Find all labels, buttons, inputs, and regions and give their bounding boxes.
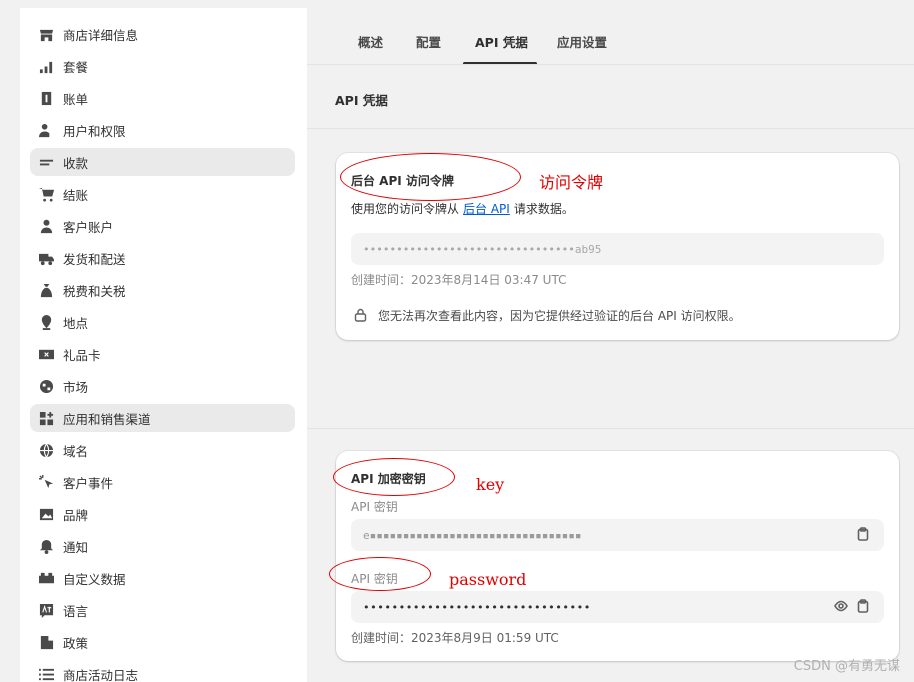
copy-icon[interactable]	[856, 599, 870, 616]
sidebar-item-locations[interactable]: 地点	[30, 308, 295, 336]
sidebar-item-taxes[interactable]: 税费和关税	[30, 276, 295, 304]
pointer-icon	[38, 474, 54, 490]
key-created-time: 创建时间：2023年8月9日 01:59 UTC	[351, 631, 559, 645]
tabs-divider	[307, 64, 914, 65]
tab-configuration[interactable]: 配置	[416, 32, 441, 51]
annotation-token-label: 访问令牌	[539, 173, 604, 192]
image-icon	[38, 506, 54, 522]
sidebar-item-label: 结账	[63, 187, 89, 203]
policy-icon	[38, 634, 54, 650]
sidebar-item-label: 税费和关税	[63, 283, 126, 299]
sidebar-item-gift-cards[interactable]: 礼品卡	[30, 340, 295, 368]
sidebar-item-languages[interactable]: 语言	[30, 596, 295, 624]
sidebar-item-label: 地点	[63, 315, 89, 331]
tab-api-credentials[interactable]: API 凭据	[475, 32, 528, 51]
api-key-value: e▪▪▪▪▪▪▪▪▪▪▪▪▪▪▪▪▪▪▪▪▪▪▪▪▪▪▪▪▪▪▪▪	[363, 528, 582, 542]
token-created-time: 创建时间：2023年8月14日 03:47 UTC	[351, 273, 567, 287]
sidebar-item-label: 商店活动日志	[63, 667, 139, 682]
sidebar-item-customer-accounts[interactable]: 客户账户	[30, 212, 295, 240]
settings-sidebar: 商店详细信息 套餐 账单 用户和权限 收款 结账 客户账户 发货和配送 税费和关…	[20, 8, 307, 682]
sidebar-item-label: 客户事件	[63, 475, 114, 491]
sidebar-item-label: 品牌	[63, 507, 89, 523]
cash-icon	[38, 154, 54, 170]
sidebar-item-custom-data[interactable]: 自定义数据	[30, 564, 295, 592]
sidebar-item-label: 套餐	[63, 59, 89, 75]
sidebar-item-label: 语言	[63, 603, 89, 619]
sidebar-item-policies[interactable]: 政策	[30, 628, 295, 656]
eye-icon[interactable]	[834, 599, 848, 616]
sidebar-item-shipping[interactable]: 发货和配送	[30, 244, 295, 272]
sidebar-item-domains[interactable]: 域名	[30, 436, 295, 464]
sidebar-item-users[interactable]: 用户和权限	[30, 116, 295, 144]
token-desc-prefix: 使用您的访问令牌从	[351, 202, 460, 216]
sidebar-item-label: 客户账户	[63, 219, 114, 235]
sidebar-item-store-details[interactable]: 商店详细信息	[30, 20, 295, 48]
list-icon	[38, 666, 54, 682]
api-key-actions	[856, 527, 870, 544]
data-icon	[38, 570, 54, 586]
api-secret-field[interactable]: ••••••••••••••••••••••••••••••••	[351, 591, 884, 623]
sidebar-item-billing[interactable]: 账单	[30, 84, 295, 112]
sidebar-item-brand[interactable]: 品牌	[30, 500, 295, 528]
section-divider-2	[307, 428, 914, 429]
dollar-icon	[38, 90, 54, 106]
token-desc-suffix: 请求数据。	[513, 202, 574, 216]
api-key-field[interactable]: e▪▪▪▪▪▪▪▪▪▪▪▪▪▪▪▪▪▪▪▪▪▪▪▪▪▪▪▪▪▪▪▪	[351, 519, 884, 551]
sidebar-item-label: 发货和配送	[63, 251, 126, 267]
sidebar-item-label: 收款	[63, 155, 89, 171]
section-divider	[307, 128, 914, 129]
annotation-password-label: password	[449, 570, 527, 589]
sidebar-item-label: 自定义数据	[63, 571, 126, 587]
token-card-description: 使用您的访问令牌从 后台 API 请求数据。	[351, 200, 574, 217]
sidebar-item-label: 政策	[63, 635, 89, 651]
copy-icon[interactable]	[856, 527, 870, 544]
sidebar-item-markets[interactable]: 市场	[30, 372, 295, 400]
user-key-icon	[38, 122, 54, 138]
sidebar-item-activity-log[interactable]: 商店活动日志	[30, 660, 295, 682]
globe-icon	[38, 378, 54, 394]
sidebar-item-label: 通知	[63, 539, 89, 555]
sidebar-item-payments[interactable]: 收款	[30, 148, 295, 176]
sidebar-item-label: 礼品卡	[63, 347, 101, 363]
sidebar-item-plan[interactable]: 套餐	[30, 52, 295, 80]
api-key-label: API 密钥	[351, 500, 398, 514]
page-section-title: API 凭据	[335, 93, 388, 108]
api-secret-actions	[834, 599, 870, 616]
annotation-ellipse-key	[333, 458, 455, 496]
sidebar-item-label: 应用和销售渠道	[63, 411, 151, 427]
sidebar-item-checkout[interactable]: 结账	[30, 180, 295, 208]
tab-overview[interactable]: 概述	[358, 32, 383, 51]
csdn-watermark: CSDN @有勇无谋	[793, 659, 900, 674]
store-icon	[38, 26, 54, 42]
language-icon	[38, 602, 54, 618]
domain-icon	[38, 442, 54, 458]
sidebar-item-label: 账单	[63, 91, 89, 107]
access-token-field[interactable]: ••••••••••••••••••••••••••••••••ab95	[351, 233, 884, 265]
tax-icon	[38, 282, 54, 298]
annotation-ellipse-token	[340, 153, 521, 201]
truck-icon	[38, 250, 54, 266]
sidebar-item-apps-channels[interactable]: 应用和销售渠道	[30, 404, 295, 432]
lock-icon	[354, 307, 367, 326]
sidebar-item-label: 域名	[63, 443, 89, 459]
bell-icon	[38, 538, 54, 554]
person-icon	[38, 218, 54, 234]
admin-api-link[interactable]: 后台 API	[463, 202, 510, 216]
cart-icon	[38, 186, 54, 202]
annotation-key-label: key	[476, 475, 505, 494]
location-icon	[38, 314, 54, 330]
sidebar-item-customer-events[interactable]: 客户事件	[30, 468, 295, 496]
gift-card-icon	[38, 346, 54, 362]
annotation-ellipse-password	[329, 557, 431, 591]
tab-app-settings[interactable]: 应用设置	[557, 32, 607, 51]
api-secret-value: ••••••••••••••••••••••••••••••••	[363, 600, 591, 614]
token-lock-note: 您无法再次查看此内容，因为它提供经过验证的后台 API 访问权限。	[378, 309, 741, 323]
chart-icon	[38, 58, 54, 74]
sidebar-item-notifications[interactable]: 通知	[30, 532, 295, 560]
apps-icon	[38, 410, 54, 426]
sidebar-item-label: 市场	[63, 379, 89, 395]
sidebar-item-label: 商店详细信息	[63, 27, 139, 43]
sidebar-item-label: 用户和权限	[63, 123, 126, 139]
